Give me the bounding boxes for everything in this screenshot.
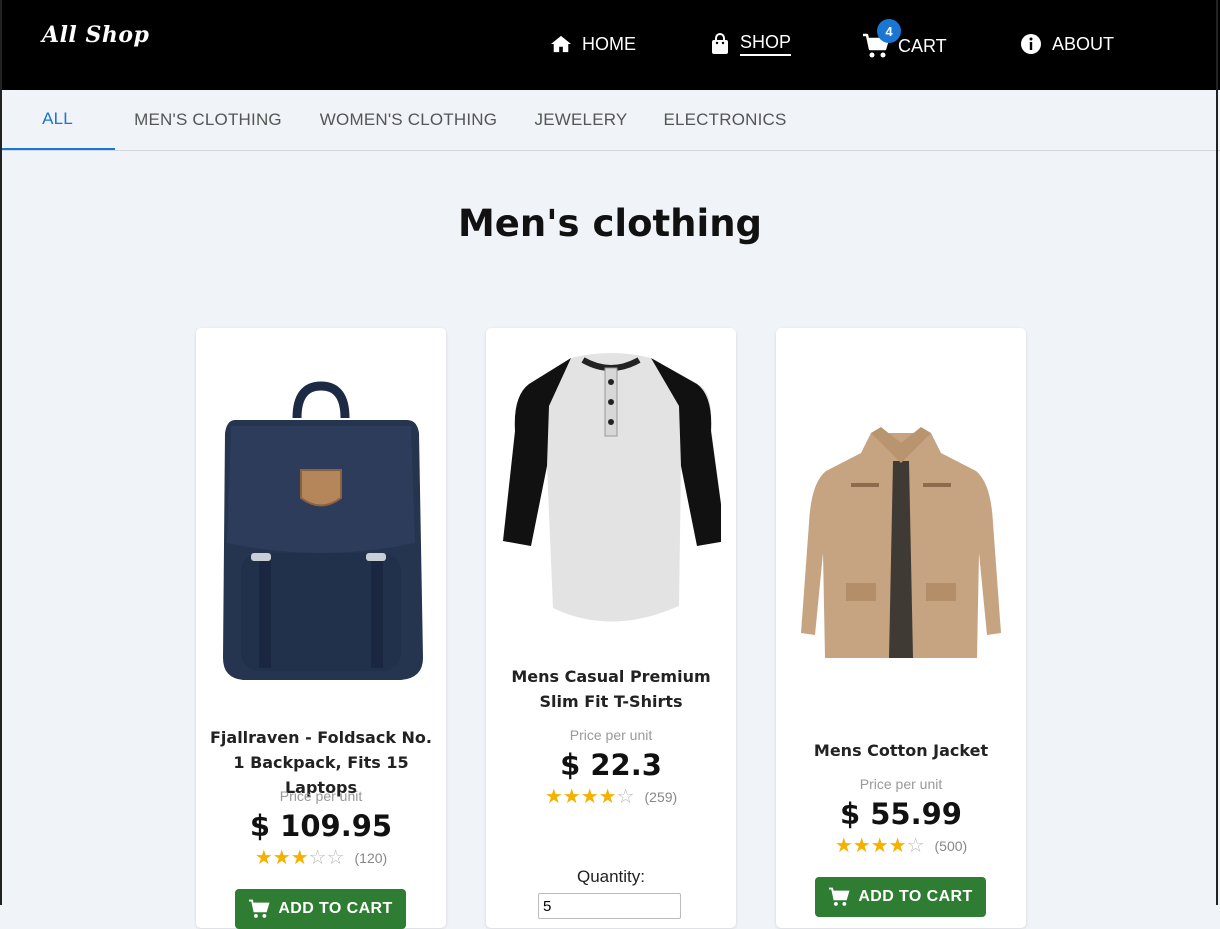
star-filled-icon: ★: [290, 845, 309, 869]
nav-shop[interactable]: SHOP: [710, 30, 792, 58]
page-title: Men's clothing: [457, 202, 763, 245]
rating: ★★★★☆ (259): [486, 786, 736, 807]
rating-stars: ★★★★☆: [545, 786, 635, 807]
star-filled-icon: ★: [254, 845, 273, 869]
rating: ★★★☆☆ (120): [196, 847, 446, 868]
nav-home-label: HOME: [582, 33, 636, 54]
product-price: $ 55.99: [839, 797, 962, 831]
category-tabs: ALL MEN'S CLOTHING WOMEN'S CLOTHING JEWE…: [0, 90, 1220, 151]
rating-count: (120): [354, 849, 388, 866]
star-filled-icon: ★: [272, 845, 291, 869]
product-name: Mens Casual Premium Slim Fit T-Shirts: [511, 667, 711, 711]
tab-jewelery[interactable]: JEWELERY: [518, 90, 644, 150]
price-per-unit-label: Price per unit: [859, 776, 943, 792]
shopping-bag-icon: [710, 33, 730, 55]
price-per-unit-label: Price per unit: [569, 727, 653, 743]
rating: ★★★★☆ (500): [776, 835, 1026, 856]
star-empty-icon: ☆: [906, 833, 925, 857]
star-empty-icon: ☆: [308, 845, 327, 869]
info-icon: [1020, 33, 1042, 55]
product-price: $ 22.3: [560, 748, 662, 782]
quantity-input[interactable]: [538, 893, 681, 919]
rating-count: (500): [934, 837, 968, 854]
cart-icon-wrapper: 4: [862, 19, 901, 59]
price-per-unit-label: Price per unit: [279, 788, 363, 804]
product-name: Mens Cotton Jacket: [813, 741, 989, 760]
product-image-tshirt[interactable]: [486, 346, 736, 631]
star-filled-icon: ★: [870, 833, 889, 857]
star-filled-icon: ★: [598, 784, 617, 808]
rating-stars: ★★★★☆: [835, 835, 925, 856]
quantity-label: Quantity:: [576, 867, 646, 886]
tab-electronics[interactable]: ELECTRONICS: [650, 90, 800, 150]
nav-home[interactable]: HOME: [550, 30, 636, 58]
product-image-jacket[interactable]: [776, 423, 1026, 668]
nav-cart-label: CART: [898, 35, 947, 56]
tab-all[interactable]: ALL: [0, 90, 115, 150]
star-empty-icon: ☆: [616, 784, 635, 808]
add-to-cart-label: ADD TO CART: [858, 888, 973, 905]
star-filled-icon: ★: [834, 833, 853, 857]
star-filled-icon: ★: [580, 784, 599, 808]
nav-shop-label: SHOP: [740, 32, 792, 56]
add-to-cart-button[interactable]: ADD TO CART: [235, 889, 406, 929]
tab-womens-clothing[interactable]: WOMEN'S CLOTHING: [305, 90, 512, 150]
home-icon: [550, 34, 572, 54]
product-card: Fjallraven - Foldsack No. 1 Backpack, Fi…: [196, 328, 446, 929]
nav-cart[interactable]: 4 CART: [862, 19, 947, 60]
product-image-backpack[interactable]: [196, 378, 446, 688]
product-price: $ 109.95: [249, 809, 393, 843]
tab-mens-clothing[interactable]: MEN'S CLOTHING: [118, 90, 298, 150]
star-empty-icon: ☆: [326, 845, 345, 869]
nav-about-label: ABOUT: [1052, 33, 1115, 54]
star-filled-icon: ★: [544, 784, 563, 808]
cart-icon: [249, 899, 270, 918]
rating-count: (259): [644, 788, 678, 805]
add-to-cart-label: ADD TO CART: [278, 900, 393, 917]
add-to-cart-button[interactable]: ADD TO CART: [815, 877, 986, 917]
star-filled-icon: ★: [852, 833, 871, 857]
brand-logo[interactable]: All Shop: [42, 22, 149, 48]
cart-icon: [829, 887, 850, 906]
cart-count-badge: 4: [877, 19, 901, 43]
star-filled-icon: ★: [888, 833, 907, 857]
rating-stars: ★★★☆☆: [255, 847, 345, 868]
nav-about[interactable]: ABOUT: [1020, 30, 1114, 58]
product-card: Mens Cotton Jacket Price per unit $ 55.9…: [776, 328, 1026, 928]
top-navbar: All Shop HOME SHOP 4 CART ABOUT: [0, 0, 1220, 90]
star-filled-icon: ★: [562, 784, 581, 808]
product-card: Mens Casual Premium Slim Fit T-Shirts Pr…: [486, 328, 736, 928]
